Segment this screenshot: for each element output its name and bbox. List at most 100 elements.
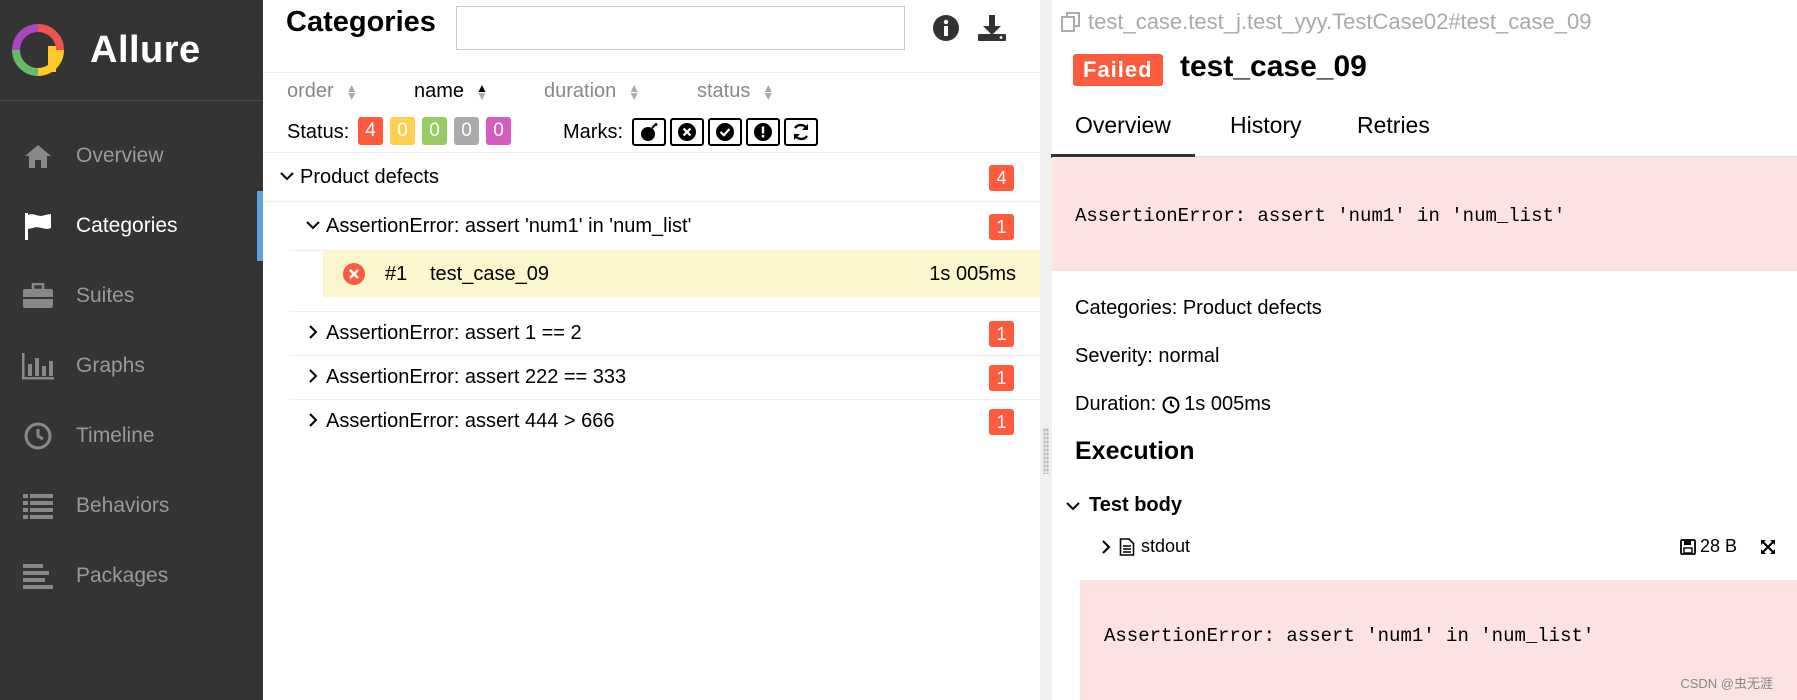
sidebar-item-behaviors[interactable]: Behaviors [0,471,263,541]
watermark: CSDN @虫无涯 [1680,676,1773,691]
test-name: test_case_09 [430,263,549,285]
clock-icon [20,422,56,450]
splitter-grip-icon[interactable] [1043,428,1049,474]
sidebar-item-overview[interactable]: Overview [0,121,263,191]
sidebar-item-label: Timeline [76,424,155,447]
count-badge: 4 [989,165,1014,191]
error-message: AssertionError: assert 'num1' in 'num_li… [1075,205,1566,227]
tree-node-label: AssertionError: assert 1 == 2 [326,322,582,344]
test-body-toggle[interactable]: Test body [1065,494,1182,517]
error-message-block[interactable]: AssertionError: assert 'num1' in 'num_li… [1052,157,1797,271]
failed-status-icon [343,263,365,285]
severity-info: Severity: normal [1075,345,1220,367]
test-number: #1 [385,263,408,285]
exclamation-circle-icon [754,123,772,141]
check-circle-icon [716,123,734,141]
briefcase-icon [20,283,56,309]
duration-value: 1s 005ms [1184,393,1271,415]
status-badge-failed[interactable]: 4 [358,117,383,145]
sort-label: duration [544,80,617,102]
status-badge: Failed [1073,54,1163,86]
tab-history[interactable]: History [1230,112,1302,139]
info-icon[interactable] [932,14,962,44]
chevron-right-icon [1102,539,1111,554]
sort-arrows-icon: ▲ ▼ [628,80,641,103]
sidebar-item-label: Overview [76,144,164,167]
file-text-icon [1119,537,1135,556]
attachment-size: 28 B [1680,536,1737,557]
download-icon[interactable] [977,14,1007,44]
test-duration: 1s 005ms [929,263,1016,285]
test-body-label: Test body [1089,494,1182,516]
status-badge-passed[interactable]: 0 [422,117,447,145]
tab-overview[interactable]: Overview [1051,112,1195,158]
save-icon [1680,538,1696,555]
duration-info: Duration: 1s 005ms [1075,393,1271,416]
page-title: Categories [286,6,436,38]
mark-new-broken-button[interactable] [746,118,780,146]
tree-node-assert-1-2[interactable]: AssertionError: assert 1 == 2 1 [289,312,1040,356]
sidebar-item-suites[interactable]: Suites [0,261,263,331]
stdout-attachment[interactable]: stdout [1099,536,1190,557]
pane-splitter[interactable] [1040,0,1052,700]
stdout-content: AssertionError: assert 'num1' in 'num_li… [1104,625,1595,647]
categories-tree: Product defects 4 AssertionError: assert… [263,153,1040,443]
chevron-down-icon [1066,501,1080,510]
bomb-icon [641,123,658,141]
list-icon [20,493,56,519]
brand-name: Allure [90,28,201,71]
tab-retries[interactable]: Retries [1357,112,1430,139]
sidebar-item-graphs[interactable]: Graphs [0,331,263,401]
sort-order[interactable]: order ▲ ▼ [287,80,358,103]
attachment-size-value: 28 B [1700,536,1738,556]
mark-new-failed-button[interactable] [670,118,704,146]
status-filter-bar: Status: 4 0 0 0 0 Marks: [263,112,1040,153]
sort-bar: order ▲ ▼ name ▲ ▼ duration ▲ ▼ status ▲ ▼ [263,72,1040,110]
sort-status[interactable]: status ▲ ▼ [697,80,774,103]
stdout-label: stdout [1141,536,1191,556]
chevron-down-icon [280,172,294,181]
mark-flaky-button[interactable] [632,118,666,146]
sidebar-item-packages[interactable]: Packages [0,541,263,611]
tree-node-assert-444-666[interactable]: AssertionError: assert 444 > 666 1 [289,400,1040,443]
status-badge-skipped[interactable]: 0 [454,117,479,145]
sidebar: Allure Overview Categories Suites Graphs [0,0,263,700]
copy-icon [1061,12,1080,32]
expand-icon[interactable] [1759,538,1777,561]
count-badge: 1 [989,365,1014,391]
execution-heading: Execution [1075,437,1195,465]
count-badge: 1 [989,321,1014,347]
marks-label: Marks: [563,121,623,143]
test-result-row[interactable]: #1 test_case_09 1s 005ms [323,251,1040,297]
chevron-right-icon [309,325,318,339]
categories-header: Categories [263,0,1040,73]
test-full-path[interactable]: test_case.test_j.test_yyy.TestCase02#tes… [1060,9,1591,35]
detail-tabs: Overview History Retries [1051,100,1797,158]
sidebar-item-categories[interactable]: Categories [0,191,263,261]
count-badge: 1 [989,214,1014,240]
tree-node-assert-num1[interactable]: AssertionError: assert 'num1' in 'num_li… [289,202,1040,251]
sort-duration[interactable]: duration ▲ ▼ [544,80,640,103]
refresh-icon [793,123,809,141]
mark-retries-button[interactable] [784,118,818,146]
tree-node-assert-222-333[interactable]: AssertionError: assert 222 == 333 1 [289,356,1040,400]
chevron-right-icon [309,369,318,383]
home-icon [20,143,56,169]
sidebar-item-label: Graphs [76,354,145,377]
sidebar-item-timeline[interactable]: Timeline [0,401,263,471]
status-badge-broken[interactable]: 0 [390,117,415,145]
categories-panel: Categories order ▲ ▼ name ▲ ▼ duration ▲ ▼ … [263,0,1040,700]
status-badge-unknown[interactable]: 0 [486,117,511,145]
sort-arrows-icon: ▲ ▼ [476,80,488,103]
brand[interactable]: Allure [0,0,263,101]
search-input[interactable] [456,6,905,50]
tree-node-label: AssertionError: assert 222 == 333 [326,366,627,388]
sort-name[interactable]: name ▲ ▼ [414,80,488,103]
flag-icon [20,212,56,240]
tree-group-product-defects[interactable]: Product defects 4 [263,153,1040,202]
test-path-text: test_case.test_j.test_yyy.TestCase02#tes… [1088,9,1592,34]
test-detail-panel: test_case.test_j.test_yyy.TestCase02#tes… [1051,0,1797,700]
tree-leaf-row: #1 test_case_09 1s 005ms [289,251,1040,312]
mark-new-passed-button[interactable] [708,118,742,146]
sort-arrows-icon: ▲ ▼ [345,80,358,103]
